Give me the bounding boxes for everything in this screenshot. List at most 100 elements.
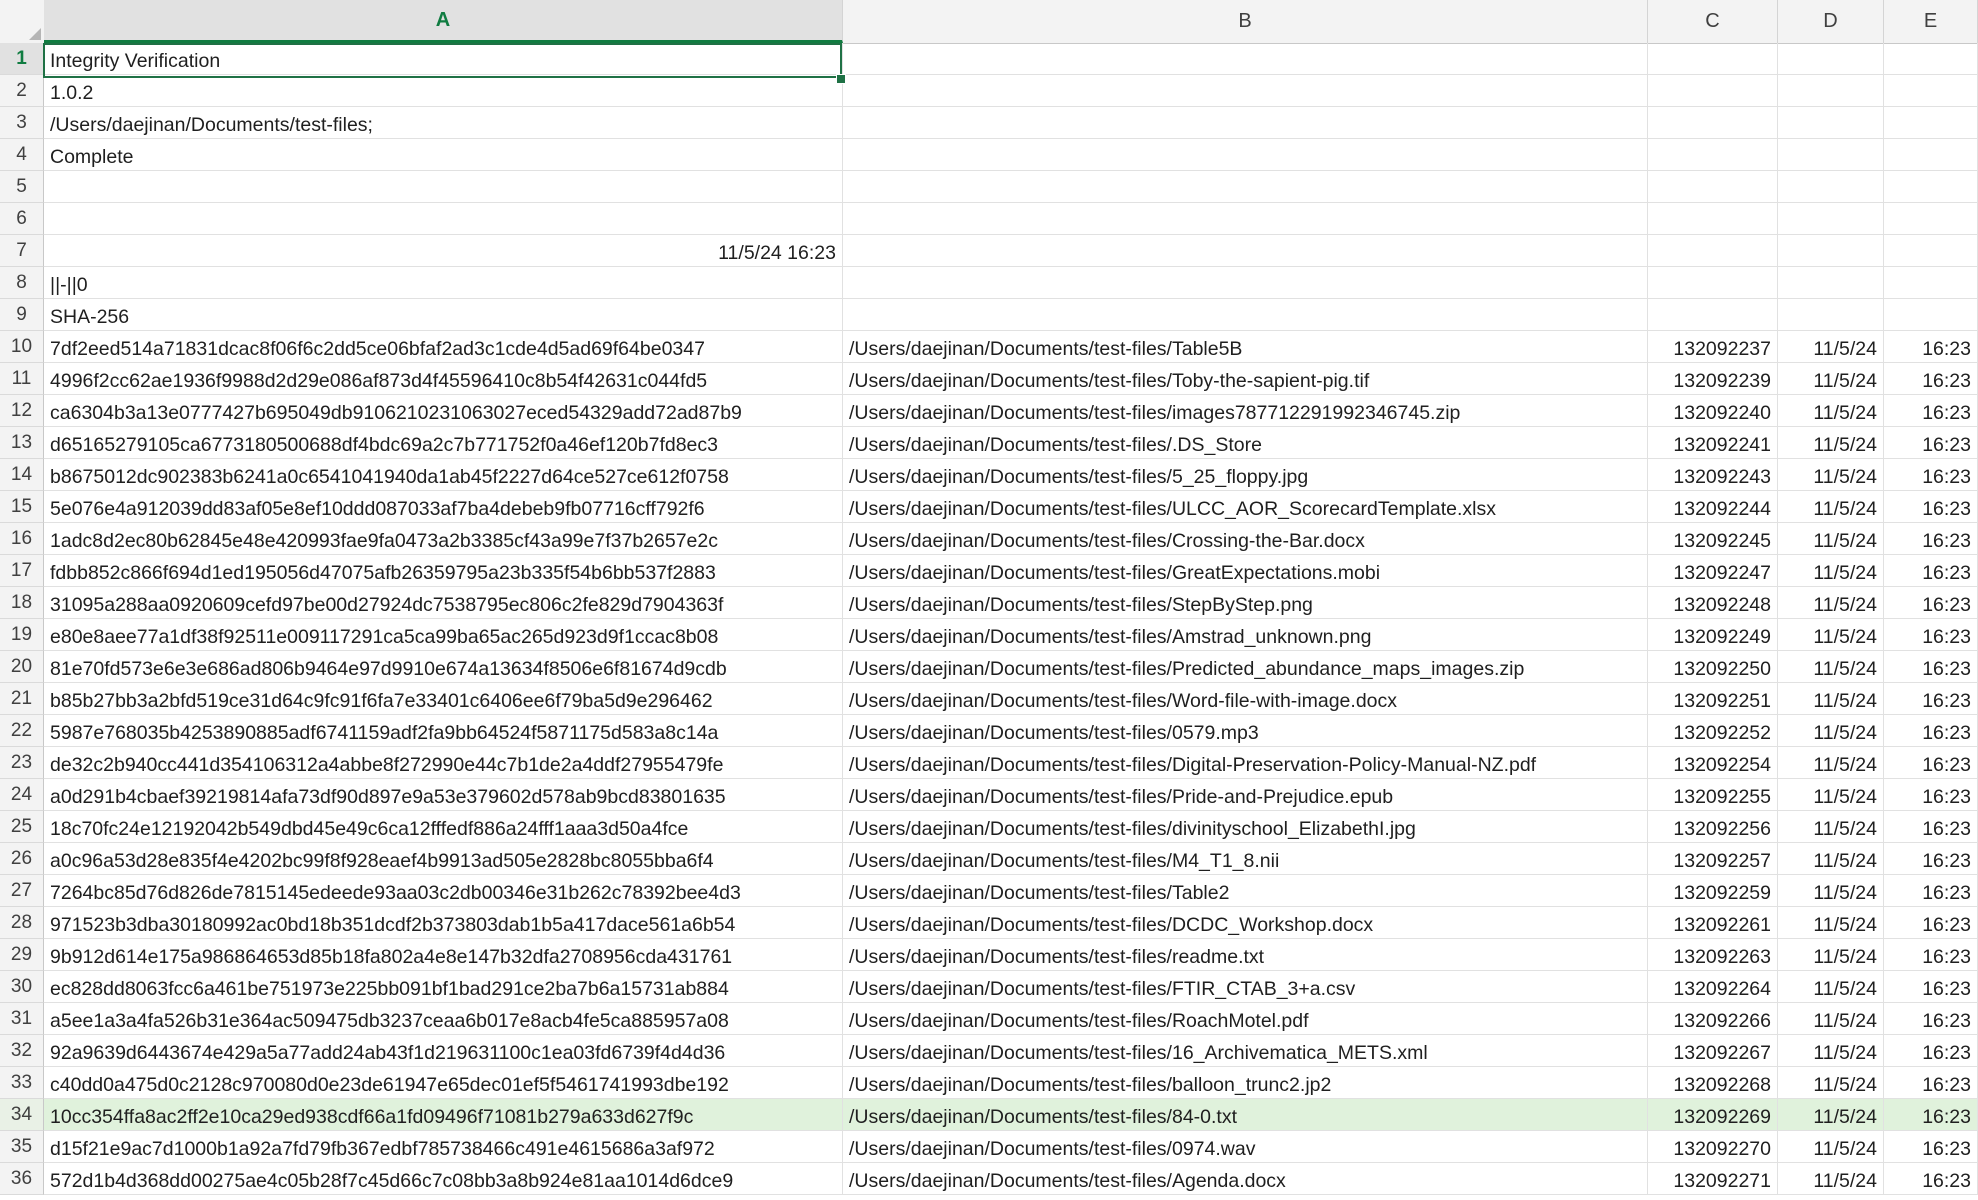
path-cell[interactable]: /Users/daejinan/Documents/test-files/Pri…: [843, 779, 1648, 811]
hash-cell[interactable]: fdbb852c866f694d1ed195056d47075afb263597…: [44, 555, 843, 587]
date-cell[interactable]: 11/5/24: [1778, 459, 1884, 491]
row-number[interactable]: 21: [0, 683, 44, 715]
empty-cell[interactable]: [1648, 267, 1778, 299]
empty-cell[interactable]: [843, 235, 1648, 267]
path-cell[interactable]: /Users/daejinan/Documents/test-files/DCD…: [843, 907, 1648, 939]
path-cell[interactable]: /Users/daejinan/Documents/test-files/FTI…: [843, 971, 1648, 1003]
hash-cell[interactable]: 971523b3dba30180992ac0bd18b351dcdf2b3738…: [44, 907, 843, 939]
row-number[interactable]: 31: [0, 1003, 44, 1035]
row-number[interactable]: 25: [0, 811, 44, 843]
empty-cell[interactable]: [1648, 171, 1778, 203]
row-number[interactable]: 12: [0, 395, 44, 427]
cell-a[interactable]: SHA-256: [44, 299, 843, 331]
id-cell[interactable]: 132092254: [1648, 747, 1778, 779]
path-cell[interactable]: /Users/daejinan/Documents/test-files/5_2…: [843, 459, 1648, 491]
path-cell[interactable]: /Users/daejinan/Documents/test-files/Tob…: [843, 363, 1648, 395]
empty-cell[interactable]: [1648, 203, 1778, 235]
row-number[interactable]: 20: [0, 651, 44, 683]
id-cell[interactable]: 132092269: [1648, 1099, 1778, 1131]
row-number[interactable]: 6: [0, 203, 44, 235]
empty-cell[interactable]: [843, 299, 1648, 331]
row-number[interactable]: 7: [0, 235, 44, 267]
hash-cell[interactable]: 10cc354ffa8ac2ff2e10ca29ed938cdf66a1fd09…: [44, 1099, 843, 1131]
time-cell[interactable]: 16:23: [1884, 1099, 1978, 1131]
spreadsheet-grid[interactable]: A B C D E 1 Integrity Verification 2 1.0.2 3…: [0, 0, 1978, 1200]
empty-cell[interactable]: [1648, 139, 1778, 171]
row-number[interactable]: 10: [0, 331, 44, 363]
time-cell[interactable]: 16:23: [1884, 875, 1978, 907]
date-cell[interactable]: 11/5/24: [1778, 1035, 1884, 1067]
empty-cell[interactable]: [843, 171, 1648, 203]
hash-cell[interactable]: b8675012dc902383b6241a0c6541041940da1ab4…: [44, 459, 843, 491]
id-cell[interactable]: 132092256: [1648, 811, 1778, 843]
hash-cell[interactable]: 92a9639d6443674e429a5a77add24ab43f1d2196…: [44, 1035, 843, 1067]
row-number[interactable]: 30: [0, 971, 44, 1003]
path-cell[interactable]: /Users/daejinan/Documents/test-files/Roa…: [843, 1003, 1648, 1035]
row-number[interactable]: 2: [0, 75, 44, 107]
id-cell[interactable]: 132092261: [1648, 907, 1778, 939]
row-number[interactable]: 33: [0, 1067, 44, 1099]
empty-cell[interactable]: [843, 75, 1648, 107]
date-cell[interactable]: 11/5/24: [1778, 1163, 1884, 1195]
hash-cell[interactable]: a0c96a53d28e835f4e4202bc99f8f928eaef4b99…: [44, 843, 843, 875]
path-cell[interactable]: /Users/daejinan/Documents/test-files/Cro…: [843, 523, 1648, 555]
row-number[interactable]: 27: [0, 875, 44, 907]
path-cell[interactable]: /Users/daejinan/Documents/test-files/Dig…: [843, 747, 1648, 779]
row-number[interactable]: 4: [0, 139, 44, 171]
hash-cell[interactable]: b85b27bb3a2bfd519ce31d64c9fc91f6fa7e3340…: [44, 683, 843, 715]
hash-cell[interactable]: 572d1b4d368dd00275ae4c05b28f7c45d66c7c08…: [44, 1163, 843, 1195]
hash-cell[interactable]: de32c2b940cc441d354106312a4abbe8f272990e…: [44, 747, 843, 779]
id-cell[interactable]: 132092250: [1648, 651, 1778, 683]
id-cell[interactable]: 132092241: [1648, 427, 1778, 459]
time-cell[interactable]: 16:23: [1884, 683, 1978, 715]
time-cell[interactable]: 16:23: [1884, 523, 1978, 555]
date-cell[interactable]: 11/5/24: [1778, 747, 1884, 779]
time-cell[interactable]: 16:23: [1884, 779, 1978, 811]
time-cell[interactable]: 16:23: [1884, 1003, 1978, 1035]
path-cell[interactable]: /Users/daejinan/Documents/test-files/Tab…: [843, 331, 1648, 363]
date-cell[interactable]: 11/5/24: [1778, 363, 1884, 395]
row-number[interactable]: 22: [0, 715, 44, 747]
path-cell[interactable]: /Users/daejinan/Documents/test-files/Gre…: [843, 555, 1648, 587]
cell-a[interactable]: [44, 171, 843, 203]
empty-cell[interactable]: [843, 267, 1648, 299]
empty-cell[interactable]: [1884, 299, 1978, 331]
empty-cell[interactable]: [843, 139, 1648, 171]
cell-a[interactable]: 1.0.2: [44, 75, 843, 107]
empty-cell[interactable]: [1884, 107, 1978, 139]
id-cell[interactable]: 132092270: [1648, 1131, 1778, 1163]
hash-cell[interactable]: 31095a288aa0920609cefd97be00d27924dc7538…: [44, 587, 843, 619]
date-cell[interactable]: 11/5/24: [1778, 683, 1884, 715]
id-cell[interactable]: 132092243: [1648, 459, 1778, 491]
empty-cell[interactable]: [1884, 203, 1978, 235]
date-cell[interactable]: 11/5/24: [1778, 779, 1884, 811]
id-cell[interactable]: 132092251: [1648, 683, 1778, 715]
date-cell[interactable]: 11/5/24: [1778, 715, 1884, 747]
date-cell[interactable]: 11/5/24: [1778, 331, 1884, 363]
id-cell[interactable]: 132092255: [1648, 779, 1778, 811]
time-cell[interactable]: 16:23: [1884, 1035, 1978, 1067]
id-cell[interactable]: 132092249: [1648, 619, 1778, 651]
empty-cell[interactable]: [1648, 43, 1778, 75]
date-cell[interactable]: 11/5/24: [1778, 395, 1884, 427]
date-cell[interactable]: 11/5/24: [1778, 811, 1884, 843]
time-cell[interactable]: 16:23: [1884, 811, 1978, 843]
row-number[interactable]: 17: [0, 555, 44, 587]
cell-a[interactable]: Complete: [44, 139, 843, 171]
row-number[interactable]: 32: [0, 1035, 44, 1067]
path-cell[interactable]: /Users/daejinan/Documents/test-files/rea…: [843, 939, 1648, 971]
hash-cell[interactable]: d65165279105ca6773180500688df4bdc69a2c7b…: [44, 427, 843, 459]
time-cell[interactable]: 16:23: [1884, 555, 1978, 587]
date-cell[interactable]: 11/5/24: [1778, 555, 1884, 587]
hash-cell[interactable]: a5ee1a3a4fa526b31e364ac509475db3237ceaa6…: [44, 1003, 843, 1035]
hash-cell[interactable]: c40dd0a475d0c2128c970080d0e23de61947e65d…: [44, 1067, 843, 1099]
row-number[interactable]: 26: [0, 843, 44, 875]
path-cell[interactable]: /Users/daejinan/Documents/test-files/Tab…: [843, 875, 1648, 907]
row-number[interactable]: 16: [0, 523, 44, 555]
id-cell[interactable]: 132092271: [1648, 1163, 1778, 1195]
empty-cell[interactable]: [1648, 235, 1778, 267]
cell-a[interactable]: /Users/daejinan/Documents/test-files;: [44, 107, 843, 139]
hash-cell[interactable]: d15f21e9ac7d1000b1a92a7fd79fb367edbf7857…: [44, 1131, 843, 1163]
id-cell[interactable]: 132092267: [1648, 1035, 1778, 1067]
time-cell[interactable]: 16:23: [1884, 395, 1978, 427]
